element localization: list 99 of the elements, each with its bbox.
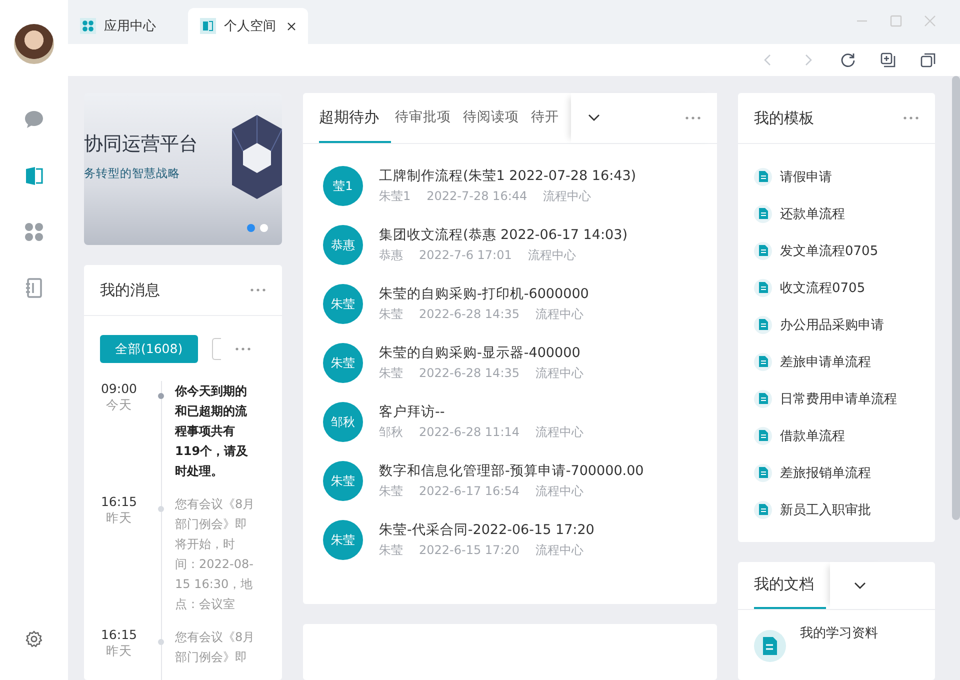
template-link[interactable]: 还款单流程 (780, 204, 845, 222)
document-icon (758, 356, 768, 367)
document-icon (758, 393, 768, 404)
todo-source: 流程中心 (528, 247, 576, 264)
todo-user: 朱莹 (379, 306, 403, 323)
tab[interactable]: 个人空间 (188, 8, 308, 44)
avatar: 朱莹 (323, 520, 363, 560)
template-link[interactable]: 差旅报销单流程 (780, 464, 871, 482)
apps-icon (82, 20, 94, 32)
avatar: 邹秋 (323, 402, 363, 442)
template-link[interactable]: 日常费用申请单流程 (780, 390, 897, 408)
todo-title[interactable]: 集团收文流程(恭惠 2022-06-17 14:03) (379, 225, 628, 245)
template-link[interactable]: 差旅申请单流程 (780, 352, 871, 370)
refresh-icon[interactable] (840, 52, 856, 68)
book-icon[interactable] (23, 165, 45, 187)
todo-user: 邹秋 (379, 424, 403, 441)
todo-title[interactable]: 朱莹-代采合同-2022-06-15 17:20 (379, 520, 594, 540)
document-icon (758, 467, 768, 478)
document-icon (758, 504, 768, 515)
document-icon (758, 319, 768, 330)
more-icon[interactable] (685, 116, 701, 120)
template-link[interactable]: 办公用品采购申请 (780, 316, 884, 334)
filter-button[interactable] (212, 338, 221, 360)
todo-source: 流程中心 (536, 542, 584, 559)
todo-date: 2022-6-17 16:54 (419, 483, 520, 500)
more-icon[interactable] (234, 347, 251, 351)
message-day: 昨天 (84, 643, 154, 659)
todo-user: 朱莹 (379, 542, 403, 559)
maximize-icon[interactable] (890, 15, 902, 27)
tab[interactable]: 待阅读项 (463, 93, 531, 143)
template-link[interactable]: 借款单流程 (780, 426, 845, 444)
add-window-icon[interactable] (880, 52, 896, 68)
hexagon-logo-icon (232, 115, 282, 199)
todo-date: 2022-6-28 14:35 (419, 306, 520, 323)
document-icon (758, 282, 768, 293)
apps-icon[interactable] (23, 221, 45, 243)
more-icon[interactable] (903, 116, 919, 120)
todo-date: 2022-7-28 16:44 (426, 188, 528, 205)
todo-date: 2022-6-28 14:35 (419, 365, 520, 382)
message-time: 09:00 (100, 381, 138, 396)
todo-title[interactable]: 朱莹的自购采购-打印机-6000000 (379, 284, 589, 304)
avatar: 恭惠 (323, 225, 363, 265)
carousel-dot[interactable] (260, 224, 268, 232)
tab[interactable]: 超期待办 (319, 93, 391, 143)
avatar: 莹1 (323, 166, 363, 206)
notebook-icon[interactable] (23, 277, 45, 299)
message-time: 16:15 (100, 494, 138, 509)
chat-icon[interactable] (23, 109, 45, 131)
todo-title[interactable]: 客户拜访-- (379, 402, 584, 422)
card-title: 我的消息 (100, 280, 160, 300)
book-icon (202, 20, 214, 32)
message-text[interactable]: 你今天到期的和已超期的流程事项共有119个，请及时处理。 (175, 381, 256, 494)
message-day: 昨天 (84, 510, 154, 526)
document-icon (758, 245, 768, 256)
message-day: 今天 (84, 397, 154, 413)
todo-title[interactable]: 朱莹的自购采购-显示器-400000 (379, 343, 584, 363)
banner-title: 协同运营平台 (84, 132, 198, 157)
todo-source: 流程中心 (536, 483, 584, 500)
avatar: 朱莹 (323, 461, 363, 501)
todo-title[interactable]: 数字和信息化管理部-预算申请-700000.00 (379, 461, 644, 481)
close-icon[interactable] (287, 22, 296, 30)
tab[interactable]: 待开 (531, 93, 571, 143)
todo-user: 恭惠 (379, 247, 403, 264)
todo-title[interactable]: 工牌制作流程(朱莹1 2022-07-28 16:43) (379, 166, 636, 186)
windows-icon[interactable] (920, 52, 936, 68)
avatar: 朱莹 (323, 343, 363, 383)
carousel-dot[interactable] (247, 224, 255, 232)
template-link[interactable]: 请假申请 (780, 168, 832, 186)
template-link[interactable]: 收文流程0705 (780, 278, 866, 296)
todo-user: 朱莹 (379, 483, 403, 500)
template-link[interactable]: 新员工入职审批 (780, 500, 871, 518)
message-time: 16:15 (100, 627, 138, 642)
avatar[interactable] (14, 24, 54, 64)
todo-user: 朱莹1 (379, 188, 411, 205)
todo-source: 流程中心 (543, 188, 592, 205)
settings-icon[interactable] (25, 630, 43, 648)
template-link[interactable]: 发文单流程0705 (780, 242, 878, 260)
tab[interactable]: 应用中心 (68, 8, 188, 44)
document-icon (758, 430, 768, 441)
todo-date: 2022-6-28 11:14 (419, 424, 520, 441)
chevron-down-icon[interactable] (853, 580, 867, 590)
todo-date: 2022-6-15 17:20 (419, 542, 520, 559)
chevron-down-icon[interactable] (587, 113, 601, 123)
todo-user: 朱莹 (379, 365, 403, 382)
document-icon (758, 208, 768, 219)
document-icon (758, 171, 768, 182)
todo-source: 流程中心 (536, 424, 584, 441)
avatar: 朱莹 (323, 284, 363, 324)
todo-date: 2022-7-6 17:01 (419, 247, 512, 264)
scrollbar[interactable] (952, 76, 960, 520)
tab[interactable]: 我的文档 (754, 562, 826, 609)
card-title: 我的模板 (754, 108, 814, 128)
more-icon[interactable] (250, 288, 266, 292)
banner-subtitle: 务转型的智慧战略 (84, 166, 180, 181)
tab[interactable]: 待审批项 (395, 93, 463, 143)
todo-source: 流程中心 (536, 306, 584, 323)
document-name[interactable]: 我的学习资料 (800, 624, 878, 642)
document-icon (763, 637, 777, 655)
todo-source: 流程中心 (536, 365, 584, 382)
